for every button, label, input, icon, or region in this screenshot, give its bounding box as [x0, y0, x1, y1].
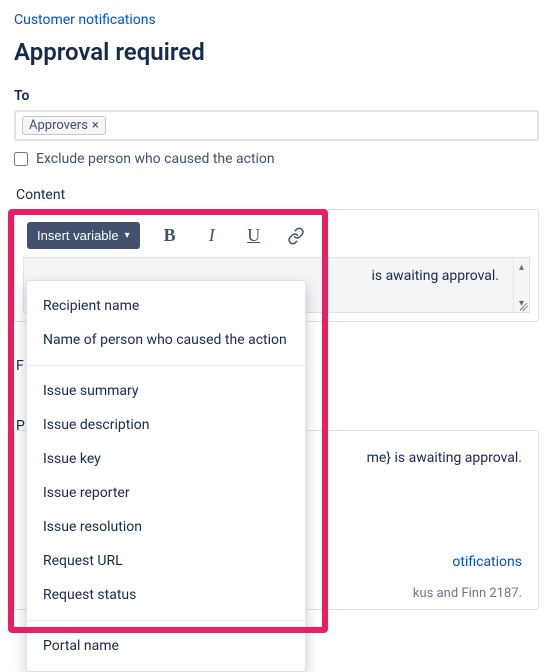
insert-variable-label: Insert variable	[37, 228, 119, 243]
underline-button[interactable]: U	[242, 224, 266, 248]
breadcrumb[interactable]: Customer notifications	[14, 12, 156, 28]
preview-footer-tail: kus and Finn 2187.	[413, 583, 522, 605]
link-icon	[287, 227, 305, 245]
to-chip-approvers[interactable]: Approvers ×	[22, 116, 106, 135]
insert-variable-button[interactable]: Insert variable ▾	[27, 222, 140, 249]
chevron-down-icon: ▾	[125, 230, 130, 241]
to-input[interactable]: Approvers ×	[14, 110, 539, 141]
exclude-checkbox[interactable]	[14, 152, 28, 166]
menu-item[interactable]: Issue resolution	[27, 510, 305, 544]
preview-link-tail[interactable]: otifications	[452, 554, 522, 570]
menu-item[interactable]: Issue key	[27, 442, 305, 476]
menu-item[interactable]: Issue summary	[27, 374, 305, 408]
fragment-letter-1: F	[16, 358, 24, 374]
close-icon[interactable]: ×	[92, 118, 99, 133]
bold-button[interactable]: B	[158, 224, 182, 248]
menu-item[interactable]: Portal name	[27, 629, 305, 663]
editor-toolbar: Insert variable ▾ B I U	[23, 218, 530, 257]
to-label: To	[14, 88, 539, 104]
link-button[interactable]	[284, 224, 308, 248]
chip-label: Approvers	[29, 118, 88, 133]
menu-item[interactable]: Issue description	[27, 408, 305, 442]
scroll-up-icon[interactable]: ▴	[515, 260, 529, 274]
menu-item[interactable]: Issue reporter	[27, 476, 305, 510]
italic-button[interactable]: I	[200, 224, 224, 248]
menu-separator	[27, 620, 305, 621]
menu-item[interactable]: Name of person who caused the action	[27, 323, 305, 357]
exclude-checkbox-row[interactable]: Exclude person who caused the action	[14, 151, 539, 167]
editor-body-tail: is awaiting approval.	[371, 268, 499, 284]
insert-variable-menu: Recipient name Name of person who caused…	[26, 280, 306, 672]
page-title: Approval required	[14, 38, 539, 66]
exclude-label: Exclude person who caused the action	[36, 151, 275, 167]
fragment-letter-2: P	[16, 418, 25, 434]
resize-handle[interactable]	[516, 299, 530, 313]
menu-separator	[27, 365, 305, 366]
content-label: Content	[14, 187, 539, 203]
preview-body-tail: me} is awaiting approval.	[367, 447, 522, 471]
menu-item[interactable]: Request status	[27, 578, 305, 612]
menu-item[interactable]: Request URL	[27, 544, 305, 578]
menu-item[interactable]: Recipient name	[27, 289, 305, 323]
